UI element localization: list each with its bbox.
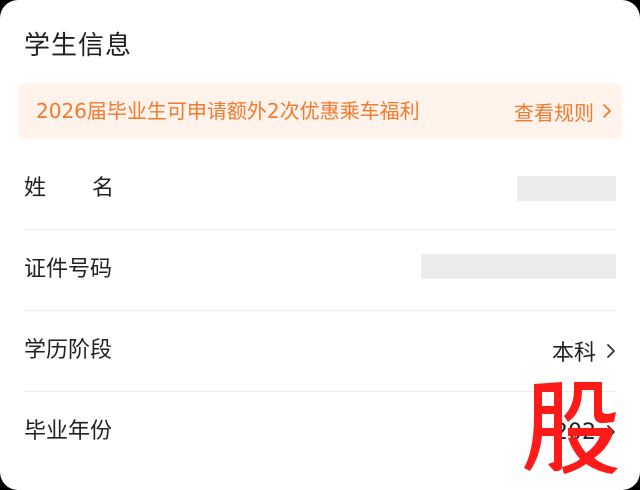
watermark-logo — [524, 382, 618, 474]
student-info-card: 学生信息 2026届毕业生可申请额外2次优惠乘车福利 查看规则 姓名 证件号码 … — [0, 0, 640, 490]
page-title: 学生信息 — [24, 31, 133, 61]
id-number-label: 证件号码 — [24, 257, 113, 282]
name-label: 姓名 — [24, 176, 161, 201]
chevron-right-icon — [603, 104, 611, 118]
name-value-masked — [517, 176, 616, 201]
education-level-value: 本科 — [551, 341, 596, 366]
view-rules-label: 查看规则 — [514, 100, 594, 125]
graduation-year-label: 毕业年份 — [24, 419, 113, 444]
id-number-value-masked — [421, 254, 616, 279]
name-row: 姓名 — [24, 149, 616, 229]
education-level-label: 学历阶段 — [24, 338, 113, 363]
graduate-benefit-banner[interactable]: 2026届毕业生可申请额外2次优惠乘车福利 查看规则 — [18, 83, 622, 139]
id-number-row: 证件号码 — [24, 230, 616, 310]
benefit-notice-text: 2026届毕业生可申请额外2次优惠乘车福利 — [36, 99, 420, 123]
chevron-right-icon — [607, 344, 615, 358]
view-rules-link[interactable]: 查看规则 — [514, 83, 612, 139]
